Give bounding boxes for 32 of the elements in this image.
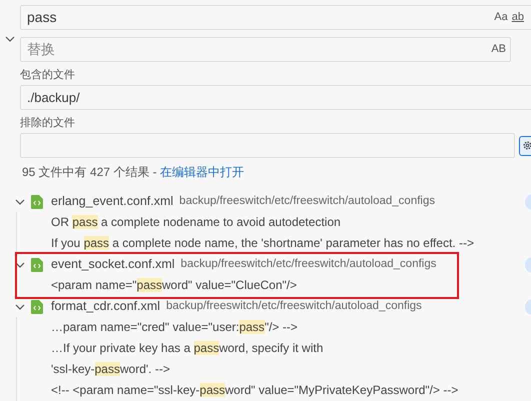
match-line[interactable]: …If your private key has a password, specify it with (51, 338, 324, 359)
search-field[interactable]: pass Aa ab (20, 5, 531, 30)
match-line[interactable]: <param name="password" value="ClueCon"/> (51, 275, 297, 296)
search-option-toggle[interactable]: Aa (492, 9, 510, 26)
settings-button[interactable] (519, 136, 531, 156)
code-file-icon (31, 300, 43, 314)
exclude-field[interactable] (20, 133, 516, 158)
file-path: backup/freeswitch/etc/freeswitch/autoload_configs (180, 256, 436, 272)
search-option-toggle[interactable]: ab (510, 9, 526, 26)
file-path: backup/freeswitch/etc/freeswitch/autoload_configs (166, 298, 422, 314)
match-line[interactable]: If you pass a complete node name, the 'shortname' parameter has no effect. --> (51, 233, 474, 254)
open-in-editor-link[interactable]: 在编辑器中打开 (160, 165, 244, 179)
preserve-case-toggle[interactable]: AB (491, 41, 506, 58)
include-field[interactable]: ./backup/ (20, 85, 531, 110)
gear-icon (522, 140, 531, 151)
replace-field[interactable]: 替换 AB (20, 37, 511, 62)
file-path: backup/freeswitch/etc/freeswitch/autoload_configs (179, 194, 435, 209)
code-file-icon (31, 258, 43, 272)
file-result-row[interactable]: erlang_event.conf.xml backup/freeswitch/etc/freeswitch/autoload_configs (17, 191, 435, 212)
exclude-label: 排除的文件 (20, 117, 76, 129)
match-line[interactable]: <!-- <param name="ssl-key-password" value="MyPrivateKeyPassword"/> --> (51, 380, 458, 401)
file-name: format_cdr.conf.xml (51, 298, 160, 316)
file-result-row[interactable]: format_cdr.conf.xml backup/freeswitch/etc/freeswitch/autoload_configs (17, 296, 422, 317)
file-name: event_socket.conf.xml (51, 256, 175, 274)
match-line[interactable]: OR pass a complete nodename to avoid autodetection (51, 212, 341, 233)
results-summary: 95 文件中有 427 个结果 - 在编辑器中打开 (21, 165, 244, 180)
code-file-icon (31, 194, 43, 208)
match-line[interactable]: 'ssl-key-password'. --> (51, 359, 170, 380)
file-result-row[interactable]: event_socket.conf.xml backup/freeswitch/etc/freeswitch/autoload_configs (17, 254, 436, 275)
file-name: erlang_event.conf.xml (51, 193, 174, 210)
include-label: 包含的文件 (20, 69, 76, 81)
match-line[interactable]: …param name="cred" value="user:pass"/> --> (51, 317, 298, 338)
